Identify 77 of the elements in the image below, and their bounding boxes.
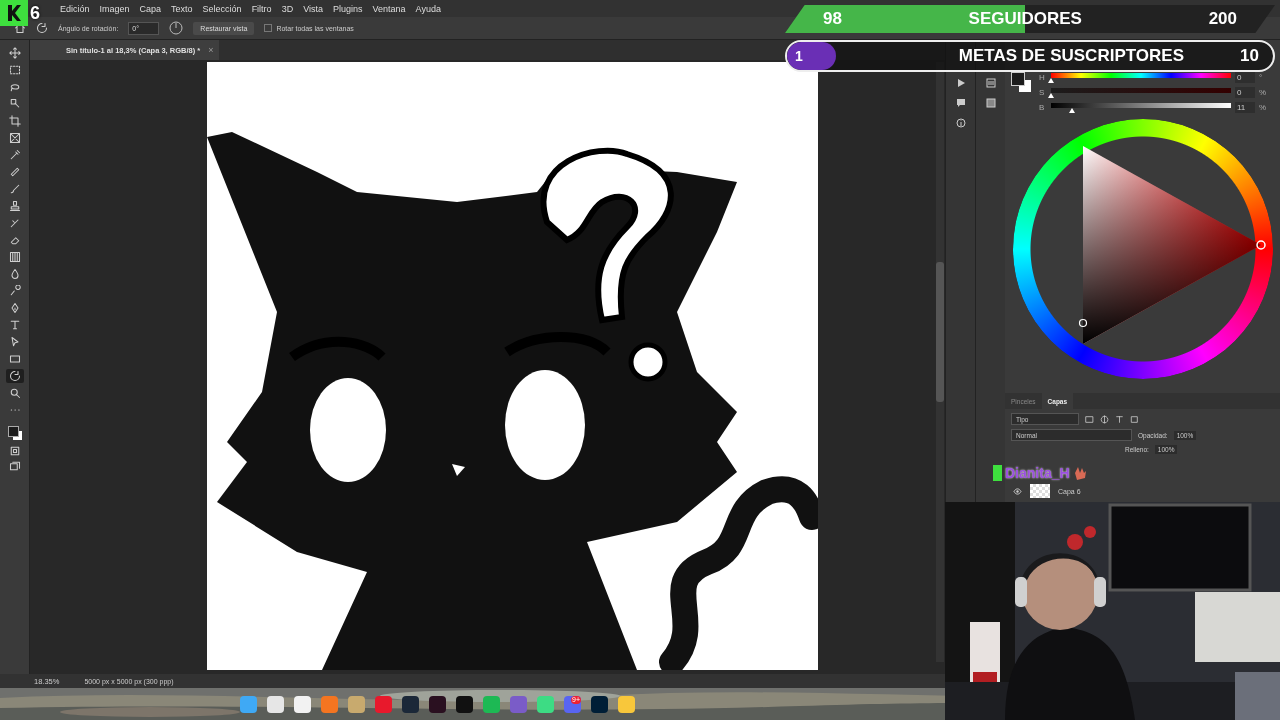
marquee-icon (8, 64, 21, 76)
menu-item[interactable]: Ventana (372, 3, 406, 14)
color-swatches[interactable] (1011, 72, 1033, 94)
menu-item[interactable]: 3D (281, 3, 294, 14)
color-slider[interactable] (1051, 72, 1231, 83)
image-filter-icon[interactable] (1085, 414, 1094, 424)
bandage-icon (8, 166, 21, 178)
menu-item[interactable]: Selección (202, 3, 242, 14)
rotation-dial-icon[interactable] (169, 21, 184, 35)
username: Dianita_H (1005, 465, 1070, 481)
menu-item[interactable]: Filtro (251, 3, 272, 14)
type-icon (8, 319, 21, 331)
comment-icon[interactable] (955, 98, 966, 108)
rotate-view-icon (8, 370, 21, 382)
arrow-icon (8, 336, 21, 348)
move-icon (8, 47, 21, 59)
screen-mode-icon[interactable] (8, 460, 21, 472)
layer-thumbnail (1030, 484, 1050, 498)
gradient-icon (8, 251, 21, 263)
unit-label: % (1259, 88, 1268, 97)
hue-marker[interactable] (1256, 240, 1266, 250)
lasso-icon (8, 81, 21, 93)
history-brush-icon (8, 217, 21, 229)
dodge-icon (8, 285, 21, 297)
follower-count: 98 (823, 9, 842, 29)
tool-button[interactable] (5, 369, 24, 383)
k-logo-icon (6, 4, 22, 22)
shape-filter-icon[interactable] (1130, 414, 1139, 424)
color-swatches[interactable] (5, 424, 24, 442)
value-field[interactable]: 11 (1235, 102, 1255, 113)
value-field[interactable]: 0 (1235, 87, 1255, 98)
color-slider[interactable] (1051, 87, 1231, 98)
overlay-count: 6 (30, 2, 40, 24)
slider-label: H (1039, 73, 1046, 82)
frame-icon (8, 132, 21, 144)
scrollbar-thumb[interactable] (936, 262, 944, 402)
stamp-icon (8, 200, 21, 212)
menu-item[interactable]: Plugins (333, 3, 363, 14)
eyedropper-icon (8, 149, 21, 161)
unit-label: ° (1259, 73, 1264, 82)
checkbox[interactable] (264, 24, 273, 32)
rotate-view-icon[interactable] (36, 22, 48, 34)
goal-target: 200 (1208, 9, 1237, 29)
goal-target: 10 (1240, 46, 1259, 66)
selection-icon (8, 98, 21, 110)
menu-item[interactable]: Edición (60, 3, 90, 14)
eraser-icon (8, 234, 21, 246)
quick-mask-icon[interactable] (8, 445, 21, 457)
value-field[interactable]: 0 (1235, 72, 1255, 83)
tab-close[interactable]: × (208, 45, 214, 55)
info-icon[interactable] (955, 118, 966, 128)
histogram-icon[interactable] (985, 78, 996, 88)
goal-title: METAS DE SUSCRIPTORES (958, 46, 1184, 66)
hand-icon (1072, 465, 1087, 481)
slider-label: S (1039, 88, 1046, 97)
menu-item[interactable]: Capa (139, 3, 162, 14)
swatch-icon[interactable] (985, 98, 996, 108)
type-filter-icon[interactable] (1115, 414, 1124, 424)
color-marker[interactable] (1078, 318, 1088, 328)
zoom-icon (8, 387, 21, 399)
menu-item[interactable]: Imagen (99, 3, 130, 14)
drop-icon (8, 268, 21, 280)
subscriber-count: 1 (795, 48, 803, 64)
menu-item[interactable]: Ayuda (415, 3, 441, 14)
slider-label: B (1039, 103, 1046, 112)
crop-icon (8, 115, 21, 127)
rectangle-icon (8, 353, 21, 365)
menu-item[interactable]: Texto (171, 3, 193, 14)
channel-logo (993, 465, 1002, 481)
menu-item[interactable]: Vista (303, 3, 323, 14)
play-icon[interactable] (955, 78, 966, 88)
eye-icon[interactable] (1013, 487, 1022, 495)
color-slider[interactable] (1051, 102, 1231, 113)
adjustment-filter-icon[interactable] (1100, 414, 1109, 424)
brush-icon (8, 183, 21, 195)
goal-title: SEGUIDORES (968, 9, 1082, 29)
unit-label: % (1259, 103, 1268, 112)
